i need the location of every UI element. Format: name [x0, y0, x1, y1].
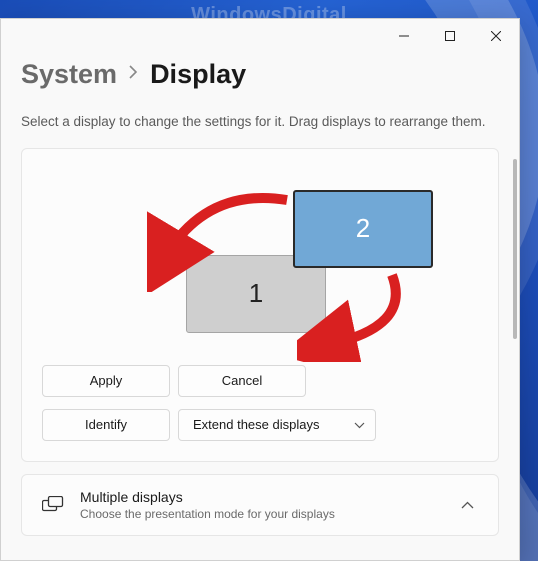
titlebar [1, 19, 519, 51]
scrollbar[interactable] [513, 159, 517, 339]
display-canvas[interactable]: 2 1 [42, 167, 478, 357]
breadcrumb-parent[interactable]: System [21, 59, 117, 90]
settings-window: System Display Select a display to chang… [0, 18, 520, 561]
cancel-button[interactable]: Cancel [178, 365, 306, 397]
breadcrumb-current: Display [150, 59, 246, 90]
monitor-2[interactable]: 2 [293, 190, 433, 268]
multiple-displays-subtitle: Choose the presentation mode for your di… [80, 507, 441, 521]
chevron-right-icon [129, 65, 138, 84]
minimize-button[interactable] [381, 21, 427, 51]
display-arrangement-card: 2 1 Apply Cancel Identify Extend these [21, 148, 499, 462]
multiple-displays-text: Multiple displays Choose the presentatio… [80, 489, 441, 521]
multiple-displays-icon [42, 496, 64, 514]
multiple-displays-title: Multiple displays [80, 489, 441, 505]
display-mode-select[interactable]: Extend these displays [178, 409, 376, 441]
maximize-button[interactable] [427, 21, 473, 51]
close-button[interactable] [473, 21, 519, 51]
multiple-displays-card[interactable]: Multiple displays Choose the presentatio… [21, 474, 499, 536]
display-mode-label: Extend these displays [193, 417, 319, 432]
identify-button[interactable]: Identify [42, 409, 170, 441]
apply-button[interactable]: Apply [42, 365, 170, 397]
chevron-down-icon [354, 417, 365, 432]
expand-button[interactable] [457, 492, 478, 518]
page-subtitle: Select a display to change the settings … [21, 112, 499, 132]
breadcrumb: System Display [21, 59, 499, 90]
chevron-up-icon [461, 501, 474, 509]
